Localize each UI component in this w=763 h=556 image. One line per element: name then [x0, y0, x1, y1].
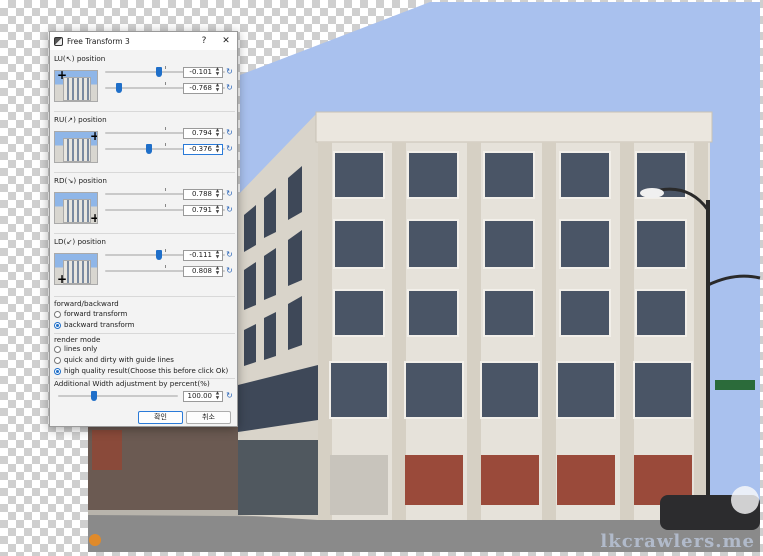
- radio-label: high quality result(Choose this before c…: [64, 367, 229, 375]
- crosshair-icon: +: [57, 70, 68, 82]
- corner-preview-thumbnail: +: [54, 70, 98, 102]
- divider: [54, 333, 235, 334]
- corner-section-lu: LU(↖) position + -0.101 ▲ ▼ ↻ -0.768 ▲ ▼ ↻: [50, 50, 239, 110]
- corner-preview-thumbnail: +: [54, 192, 98, 224]
- radio-circle[interactable]: [54, 356, 61, 364]
- corner-x-input-ru[interactable]: 0.794 ▲ ▼: [183, 128, 223, 139]
- corner-preview-thumbnail: +: [54, 253, 98, 285]
- radio-circle[interactable]: [54, 321, 61, 329]
- reset-icon[interactable]: ↻: [225, 250, 234, 260]
- crosshair-icon: +: [57, 272, 68, 285]
- radio-label: forward transform: [64, 310, 128, 318]
- slider-thumb[interactable]: [146, 144, 153, 154]
- radio-circle[interactable]: [54, 345, 61, 353]
- slider-thumb[interactable]: [156, 67, 162, 77]
- radio-circle[interactable]: [54, 310, 61, 318]
- spin-buttons[interactable]: ▲ ▼: [214, 128, 221, 138]
- divider: [54, 233, 235, 234]
- reset-icon[interactable]: ↻: [225, 128, 234, 138]
- reset-icon[interactable]: ↻: [225, 189, 234, 199]
- corner-y-input-ld[interactable]: 0.808 ▲ ▼: [183, 266, 223, 277]
- reset-icon[interactable]: ↻: [225, 205, 234, 215]
- divider: [54, 296, 235, 297]
- slider-thumb[interactable]: [156, 250, 162, 260]
- spin-buttons[interactable]: ▲ ▼: [214, 205, 221, 215]
- width-adjustment-slider[interactable]: [58, 391, 178, 401]
- spin-buttons[interactable]: ▲ ▼: [214, 144, 221, 154]
- reset-icon[interactable]: ↻: [225, 83, 234, 93]
- corner-y-input-lu[interactable]: -0.768 ▲ ▼: [183, 83, 223, 94]
- help-button[interactable]: ?: [193, 36, 215, 46]
- watermark: lkcrawlers.me: [600, 531, 755, 552]
- spin-buttons[interactable]: ▲ ▼: [214, 391, 221, 401]
- corner-preview-thumbnail: +: [54, 131, 98, 163]
- reset-icon[interactable]: ↻: [225, 391, 234, 401]
- radio-label: lines only: [64, 345, 98, 353]
- slider-thumb[interactable]: [91, 391, 97, 401]
- divider: [54, 172, 235, 173]
- corner-y-input-rd[interactable]: 0.791 ▲ ▼: [183, 205, 223, 216]
- radio-label: quick and dirty with guide lines: [64, 356, 174, 364]
- corner-section-ru: RU(↗) position + 0.794 ▲▼ ↻ -0.376 ▲▼ ↻: [50, 111, 239, 171]
- corner-label-ru: RU(↗) position: [54, 115, 107, 124]
- free-transform-dialog: Free Transform 3 ? ✕ LU(↖) position + -0…: [49, 31, 238, 427]
- ok-button[interactable]: 확인: [138, 411, 183, 424]
- title-bar: Free Transform 3 ? ✕: [50, 32, 237, 50]
- radio-high-quality[interactable]: high quality result(Choose this before c…: [54, 367, 228, 375]
- corner-label-lu: LU(↖) position: [54, 54, 106, 63]
- divider: [54, 111, 235, 112]
- dialog-title: Free Transform 3: [67, 36, 130, 46]
- spin-buttons[interactable]: ▲ ▼: [214, 266, 221, 276]
- close-button[interactable]: ✕: [215, 36, 237, 46]
- radio-forward-transform[interactable]: forward transform: [54, 310, 127, 318]
- reset-icon[interactable]: ↻: [225, 67, 234, 77]
- slider-thumb[interactable]: [116, 83, 123, 93]
- reset-icon[interactable]: ↻: [225, 266, 234, 276]
- forward-backward-heading: forward/backward: [54, 299, 119, 308]
- width-adjustment-label: Additional Width adjustment by percent(%…: [54, 379, 210, 388]
- corner-section-rd: RD(↘) position + 0.788 ▲▼ ↻ 0.791 ▲▼ ↻: [50, 172, 239, 232]
- corner-x-input-lu[interactable]: -0.101 ▲ ▼: [183, 67, 223, 78]
- spin-buttons[interactable]: ▲ ▼: [214, 67, 221, 77]
- corner-x-input-ld[interactable]: -0.111 ▲ ▼: [183, 250, 223, 261]
- radio-circle[interactable]: [54, 367, 61, 375]
- corner-label-ld: LD(↙) position: [54, 237, 106, 246]
- corner-section-ld: LD(↙) position + -0.111 ▲ ▼ ↻ 0.808 ▲ ▼ ↻: [50, 233, 239, 293]
- reset-icon[interactable]: ↻: [225, 144, 234, 154]
- app-icon: [54, 36, 63, 46]
- width-adjustment-input[interactable]: 100.00 ▲ ▼: [183, 391, 223, 402]
- crosshair-icon: +: [90, 132, 97, 142]
- radio-backward-transform[interactable]: backward transform: [54, 321, 134, 329]
- spin-buttons[interactable]: ▲ ▼: [214, 250, 221, 260]
- radio-lines-only[interactable]: lines only: [54, 345, 97, 353]
- spin-buttons[interactable]: ▲ ▼: [214, 83, 221, 93]
- radio-quick-and-dirty[interactable]: quick and dirty with guide lines: [54, 356, 174, 364]
- render-mode-heading: render mode: [54, 335, 101, 344]
- cancel-button[interactable]: 취소: [186, 411, 231, 424]
- corner-y-input-ru[interactable]: -0.376 ▲ ▼: [183, 144, 223, 155]
- crosshair-icon: +: [90, 212, 97, 223]
- radio-label: backward transform: [64, 321, 135, 329]
- corner-label-rd: RD(↘) position: [54, 176, 107, 185]
- spin-buttons[interactable]: ▲ ▼: [214, 189, 221, 199]
- corner-x-input-rd[interactable]: 0.788 ▲ ▼: [183, 189, 223, 200]
